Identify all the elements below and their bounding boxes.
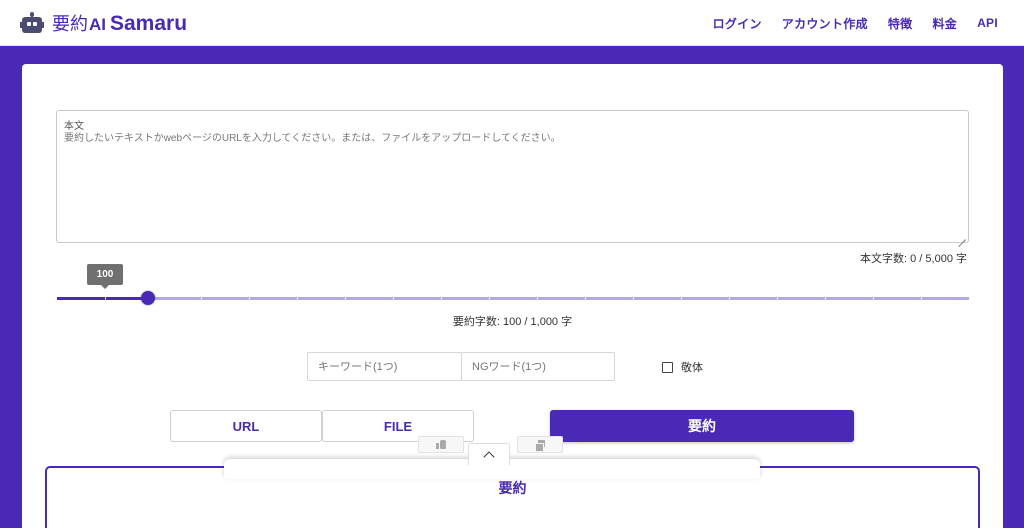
- logo-en: Samaru: [110, 12, 188, 35]
- top-nav: ログイン アカウント作成 特徴 料金 API: [713, 0, 998, 46]
- slider-tick: [105, 297, 106, 300]
- logo-ai: AI: [89, 15, 106, 34]
- slider-tick: [825, 297, 826, 300]
- slider-rail[interactable]: [57, 297, 969, 300]
- slider-tick: [297, 297, 298, 300]
- copy-icon: [535, 439, 545, 452]
- slider-tick: [441, 297, 442, 300]
- slider-tick: [921, 297, 922, 300]
- body-placeholder: 要約したいテキストかwebページのURLを入力してください。または、ファイルをア…: [64, 133, 561, 144]
- resize-handle-icon[interactable]: [958, 232, 966, 240]
- slider-tick: [681, 297, 682, 300]
- slider-tick: [393, 297, 394, 300]
- logo[interactable]: 要約 AI Samaru: [20, 10, 187, 36]
- slider-tick: [585, 297, 586, 300]
- slider-tick: [633, 297, 634, 300]
- like-button[interactable]: [418, 436, 464, 453]
- nav-features[interactable]: 特徴: [888, 15, 913, 32]
- slider-tick: [729, 297, 730, 300]
- header: 要約 AI Samaru ログイン アカウント作成 特徴 料金 API: [0, 0, 1024, 46]
- slider-tick: [345, 297, 346, 300]
- slider-tick: [489, 297, 490, 300]
- slider-tick: [201, 297, 202, 300]
- slider-thumb[interactable]: [141, 291, 156, 305]
- logo-text: 要約 AI Samaru: [52, 10, 187, 36]
- keyword-input[interactable]: [307, 352, 462, 381]
- chevron-up-icon: [483, 450, 495, 463]
- robot-logo-icon: [20, 12, 44, 34]
- nav-api[interactable]: API: [977, 16, 998, 30]
- summary-length-slider[interactable]: [57, 289, 969, 309]
- result-title: 要約: [498, 480, 527, 496]
- summary-char-count: 要約字数: 100 / 1,000 字: [452, 316, 573, 328]
- body-char-count: 本文字数: 0 / 5,000 字: [860, 253, 967, 265]
- body-textarea[interactable]: 本文 要約したいテキストかwebページのURLを入力してください。または、ファイ…: [56, 110, 969, 243]
- slider-value-tooltip: 100: [87, 264, 123, 289]
- slider-tick: [537, 297, 538, 300]
- ng-word-input[interactable]: [461, 352, 615, 381]
- collapse-tab[interactable]: [468, 443, 510, 465]
- slider-tick: [873, 297, 874, 300]
- summarize-button[interactable]: 要約: [550, 410, 854, 442]
- slider-tick: [249, 297, 250, 300]
- logo-jp: 要約: [52, 14, 88, 35]
- nav-signup[interactable]: アカウント作成: [782, 15, 868, 32]
- thumbs-up-icon: [436, 440, 446, 449]
- polite-option[interactable]: 敬体: [662, 359, 703, 375]
- copy-button[interactable]: [517, 436, 563, 453]
- url-button[interactable]: URL: [170, 410, 322, 442]
- nav-pricing[interactable]: 料金: [932, 15, 957, 32]
- nav-login[interactable]: ログイン: [713, 15, 762, 32]
- slider-tick: [777, 297, 778, 300]
- polite-checkbox[interactable]: [662, 361, 673, 373]
- polite-label: 敬体: [681, 362, 703, 374]
- slider-fill: [57, 297, 149, 300]
